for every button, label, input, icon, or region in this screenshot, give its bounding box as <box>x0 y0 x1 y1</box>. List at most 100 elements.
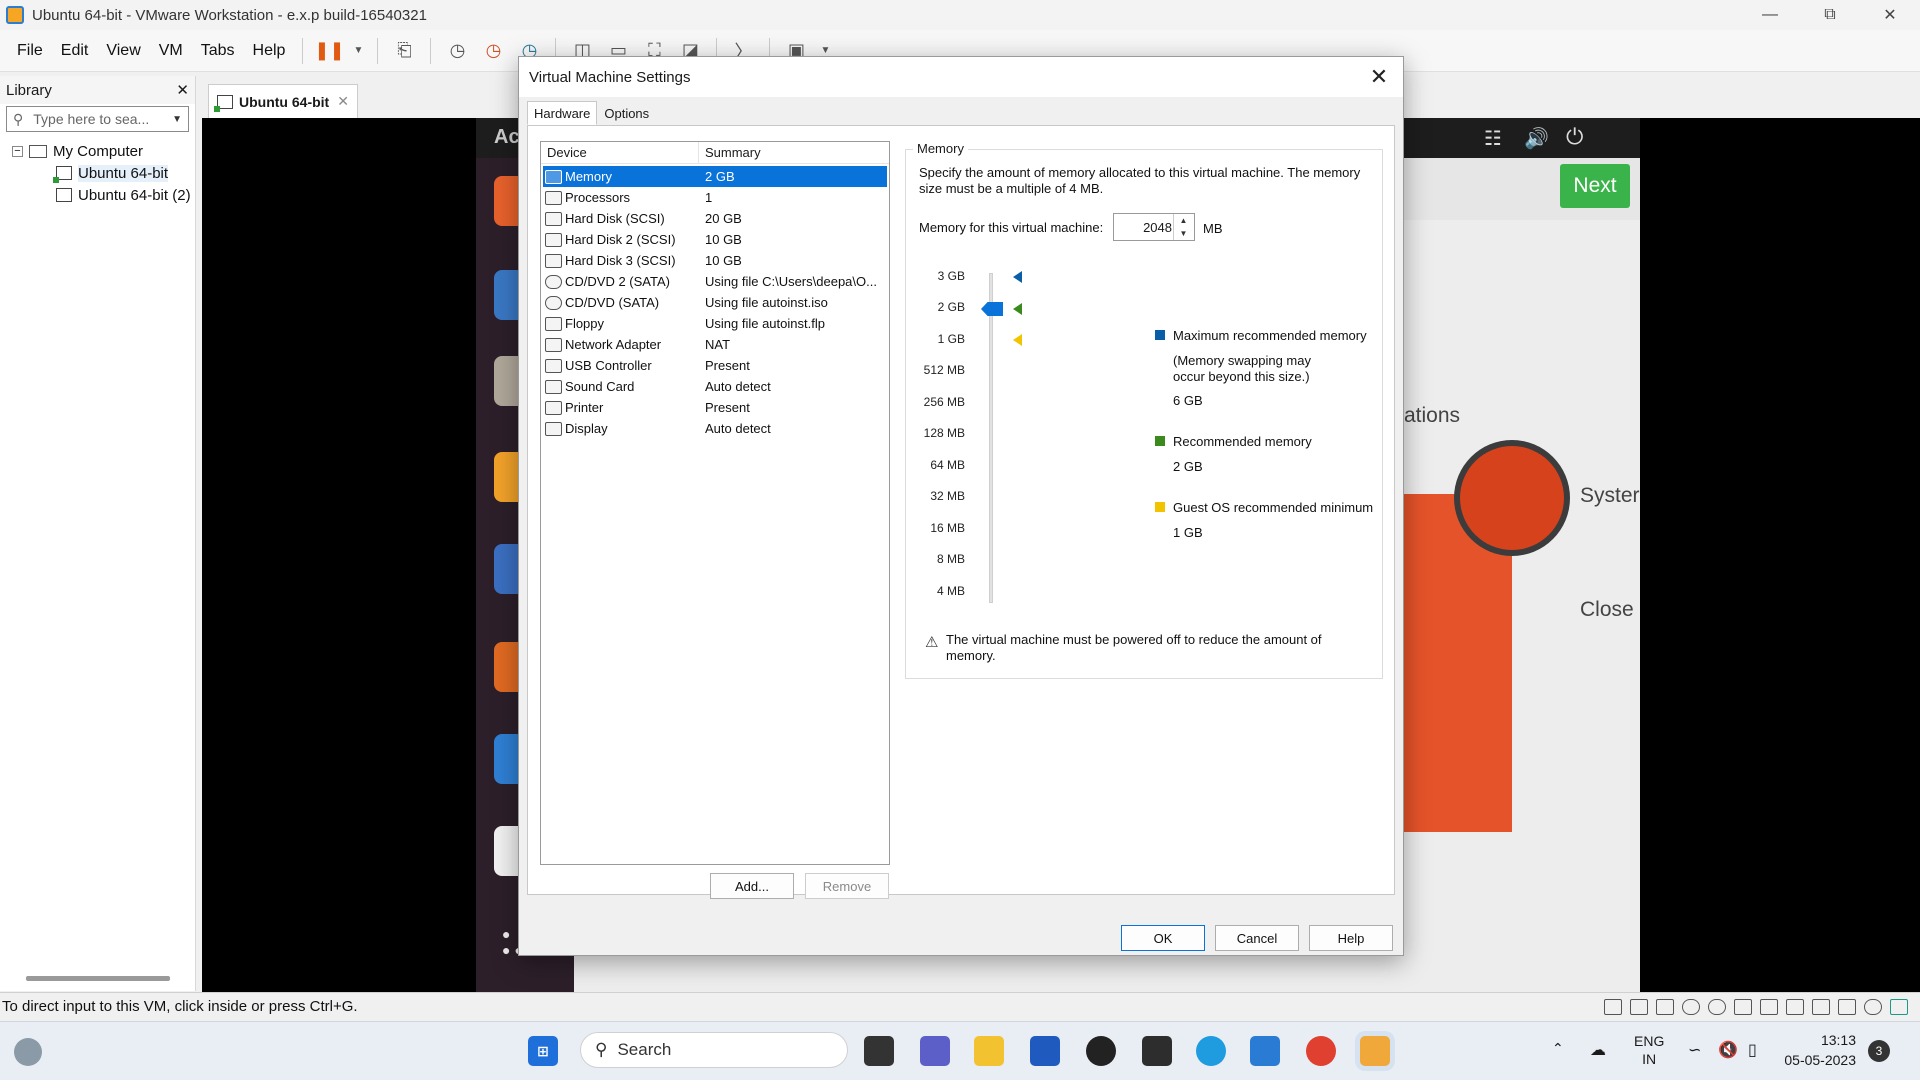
close-tab-icon[interactable]: ✕ <box>337 93 349 110</box>
device-row-processors[interactable]: Processors 1 <box>543 187 887 208</box>
collapse-icon[interactable]: − <box>12 145 23 157</box>
wifi-icon[interactable]: ∽ <box>1688 1040 1701 1060</box>
mute-icon[interactable]: 🔇 <box>1718 1040 1738 1060</box>
computer-icon <box>29 144 47 158</box>
sound-status-icon[interactable] <box>1838 998 1856 1015</box>
menu-help[interactable]: Help <box>244 42 295 60</box>
tree-item-label: Ubuntu 64-bit <box>78 164 169 182</box>
vmware-taskbar-icon[interactable] <box>1360 1036 1390 1066</box>
snapshot-icon[interactable]: ◷ <box>443 37 471 65</box>
chevron-down-icon[interactable]: ▼ <box>351 37 365 65</box>
menu-file[interactable]: File <box>8 42 52 60</box>
device-row-display[interactable]: Display Auto detect <box>543 418 887 439</box>
device-summary: NAT <box>705 337 731 352</box>
weather-icon[interactable] <box>14 1038 42 1066</box>
send-keys-icon[interactable]: ⎗ <box>390 37 418 65</box>
help-button[interactable]: Help <box>1309 925 1393 951</box>
remove-device-button[interactable]: Remove <box>805 873 889 899</box>
ok-button[interactable]: OK <box>1121 925 1205 951</box>
notes-status-icon[interactable] <box>1890 998 1908 1015</box>
device-row-sound-card[interactable]: Sound Card Auto detect <box>543 376 887 397</box>
chevron-up-icon[interactable]: ⌃ <box>1552 1040 1564 1057</box>
device-row-hard-disk-2[interactable]: Hard Disk 2 (SCSI) 10 GB <box>543 229 887 250</box>
device-list[interactable]: Device Summary Memory 2 GB Processors 1 … <box>540 141 890 865</box>
task-view-icon[interactable] <box>864 1036 894 1066</box>
dialog-close-button[interactable]: ✕ <box>1363 61 1395 93</box>
cd-dvd-status-icon[interactable] <box>1682 998 1700 1015</box>
device-row-cd-dvd-2[interactable]: CD/DVD 2 (SATA) Using file C:\Users\deep… <box>543 271 887 292</box>
device-row-printer[interactable]: Printer Present <box>543 397 887 418</box>
chat-icon[interactable] <box>920 1036 950 1066</box>
add-device-button[interactable]: Add... <box>710 873 794 899</box>
printer-status-icon[interactable] <box>1812 998 1830 1015</box>
device-row-cd-dvd[interactable]: CD/DVD (SATA) Using file autoinst.iso <box>543 292 887 313</box>
device-row-memory[interactable]: Memory 2 GB <box>543 166 887 187</box>
scale-tick-label: 1 GB <box>937 332 965 346</box>
memory-slider-track[interactable] <box>989 273 993 603</box>
usb-status-icon[interactable] <box>1786 998 1804 1015</box>
menu-edit[interactable]: Edit <box>52 42 98 60</box>
device-name: CD/DVD (SATA) <box>565 295 660 310</box>
hard-disk-status-icon[interactable] <box>1656 998 1674 1015</box>
column-header-summary[interactable]: Summary <box>699 142 767 163</box>
network-status-icon[interactable] <box>1760 998 1778 1015</box>
display-status-icon[interactable] <box>1864 998 1882 1015</box>
close-window-button[interactable]: ✕ <box>1860 0 1920 30</box>
library-search-input[interactable]: ⚲ Type here to sea... ▼ <box>6 106 189 132</box>
floppy-status-icon[interactable] <box>1734 998 1752 1015</box>
clock[interactable]: 13:13 05-05-2023 <box>1780 1030 1856 1070</box>
onedrive-icon[interactable]: ☁ <box>1590 1040 1606 1060</box>
tree-item-vm[interactable]: Ubuntu 64-bit (2) <box>12 184 195 206</box>
memory-spinner[interactable]: ▲ ▼ <box>1173 214 1193 240</box>
device-summary: Present <box>705 400 750 415</box>
hard-disk-icon <box>545 211 562 226</box>
chevron-down-icon[interactable]: ▼ <box>172 114 182 125</box>
guest-next-button[interactable]: Next <box>1560 164 1630 208</box>
battery-icon[interactable]: ▯ <box>1748 1040 1757 1060</box>
device-row-usb-controller[interactable]: USB Controller Present <box>543 355 887 376</box>
chrome-icon[interactable] <box>1306 1036 1336 1066</box>
minimize-button[interactable]: — <box>1740 0 1800 30</box>
menu-view[interactable]: View <box>97 42 149 60</box>
column-header-device[interactable]: Device <box>541 142 699 163</box>
tab-ubuntu-vm[interactable]: Ubuntu 64-bit ✕ <box>208 84 358 118</box>
edge-icon[interactable] <box>1196 1036 1226 1066</box>
menu-tabs[interactable]: Tabs <box>192 42 244 60</box>
start-icon[interactable]: ⊞ <box>528 1036 558 1066</box>
device-row-network-adapter[interactable]: Network Adapter NAT <box>543 334 887 355</box>
revert-snapshot-icon[interactable]: ◷ <box>479 37 507 65</box>
minimum-memory-value: 1 GB <box>1173 525 1203 540</box>
tree-item-my-computer[interactable]: − My Computer <box>12 140 195 162</box>
taskbar-search-input[interactable]: ⚲ Search <box>580 1032 848 1068</box>
spin-up-icon[interactable]: ▲ <box>1180 216 1188 225</box>
cd-dvd-status-icon[interactable] <box>1708 998 1726 1015</box>
file-explorer-icon[interactable] <box>974 1036 1004 1066</box>
terminal-icon[interactable] <box>1142 1036 1172 1066</box>
close-library-icon[interactable]: ✕ <box>176 81 189 99</box>
remote-desktop-icon[interactable] <box>1250 1036 1280 1066</box>
device-name: Floppy <box>565 316 605 331</box>
device-name: Sound Card <box>565 379 635 394</box>
device-row-floppy[interactable]: Floppy Using file autoinst.flp <box>543 313 887 334</box>
spin-down-icon[interactable]: ▼ <box>1180 229 1188 238</box>
tab-options[interactable]: Options <box>597 101 656 125</box>
cancel-button[interactable]: Cancel <box>1215 925 1299 951</box>
device-name: Printer <box>565 400 604 415</box>
device-row-hard-disk[interactable]: Hard Disk (SCSI) 20 GB <box>543 208 887 229</box>
hard-disk-status-icon[interactable] <box>1630 998 1648 1015</box>
device-summary: Auto detect <box>705 379 771 394</box>
dell-icon[interactable] <box>1086 1036 1116 1066</box>
menu-vm[interactable]: VM <box>150 42 192 60</box>
device-row-hard-disk-3[interactable]: Hard Disk 3 (SCSI) 10 GB <box>543 250 887 271</box>
input-language[interactable]: ENG IN <box>1634 1032 1664 1068</box>
horizontal-scrollbar[interactable] <box>26 976 170 981</box>
tab-hardware[interactable]: Hardware <box>527 101 598 125</box>
hard-disk-status-icon[interactable] <box>1604 998 1622 1015</box>
dialog-tabs: Hardware Options <box>527 101 656 125</box>
store-icon[interactable] <box>1030 1036 1060 1066</box>
window-title: Ubuntu 64-bit - VMware Workstation - e.x… <box>32 6 427 24</box>
tree-item-vm[interactable]: Ubuntu 64-bit <box>12 162 195 184</box>
restore-button[interactable]: ⧉ <box>1800 0 1860 30</box>
notification-badge[interactable]: 3 <box>1868 1040 1890 1062</box>
pause-icon[interactable]: ❚❚ <box>314 37 344 65</box>
